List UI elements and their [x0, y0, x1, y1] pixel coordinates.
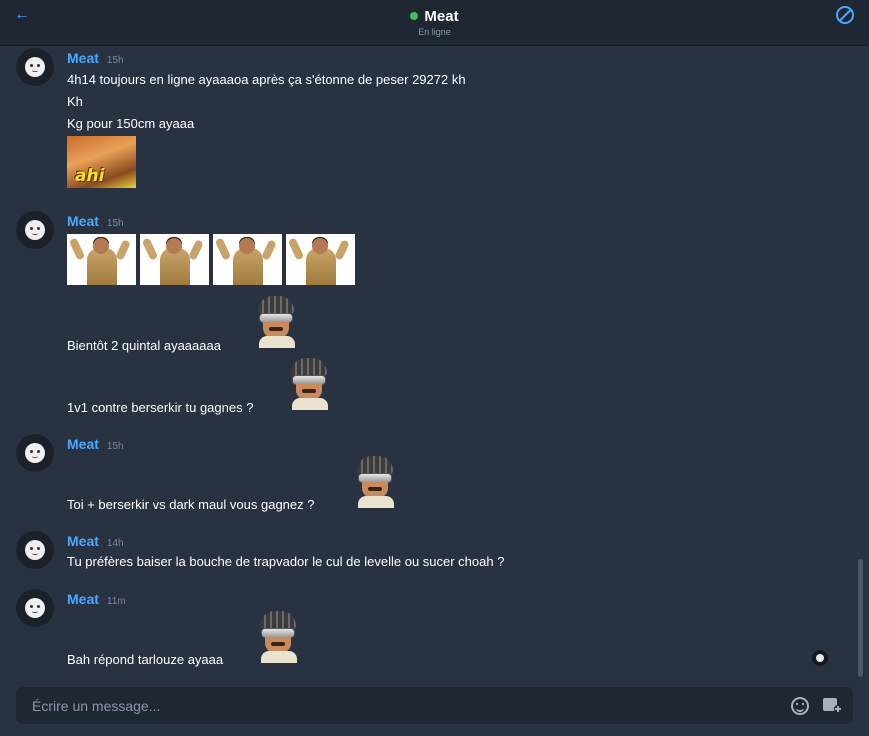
message-author[interactable]: Meat [67, 50, 99, 66]
message-author[interactable]: Meat [67, 533, 99, 549]
dancing-sticker[interactable] [213, 234, 282, 285]
ahi-image-text: ahi [75, 166, 105, 186]
message-input[interactable] [16, 687, 776, 724]
message-text: Toi + berserkir vs dark maul vous gagnez… [67, 497, 315, 512]
helmet-sticker[interactable] [354, 456, 398, 508]
message-list: Meat 15h 4h14 toujours en ligne ayaaaoa … [0, 46, 869, 682]
message-time: 15h [106, 218, 124, 229]
message-time: 15h [106, 55, 124, 66]
message-text: 1v1 contre berserkir tu gagnes ? [67, 400, 254, 415]
message-text: Bientôt 2 quintal ayaaaaaa [67, 338, 221, 353]
message-list-scrollbar[interactable] [858, 559, 863, 677]
chat-header: ← Meat En ligne [0, 0, 869, 46]
dancing-sticker[interactable] [67, 234, 136, 285]
message-text: Kh [67, 94, 83, 109]
block-icon[interactable] [836, 6, 854, 24]
chat-status: En ligne [418, 27, 451, 37]
ahi-image[interactable]: ahi [67, 136, 136, 188]
helmet-sticker[interactable] [257, 611, 301, 663]
message-text: Bah répond tarlouze ayaaa [67, 652, 224, 667]
message-author[interactable]: Meat [67, 213, 99, 229]
chat-title[interactable]: Meat [424, 8, 458, 25]
avatar[interactable] [16, 434, 54, 472]
online-status-dot [410, 12, 419, 20]
message-composer [16, 687, 853, 724]
message-time: 15h [106, 441, 124, 452]
message-time: 11m [106, 596, 126, 607]
avatar[interactable] [16, 211, 54, 249]
helmet-sticker[interactable] [255, 296, 299, 348]
message-author[interactable]: Meat [67, 591, 99, 607]
add-image-icon[interactable] [823, 697, 842, 713]
emoji-icon[interactable] [791, 697, 809, 715]
dancing-sticker[interactable] [286, 234, 355, 285]
avatar[interactable] [16, 531, 54, 569]
avatar[interactable] [16, 589, 54, 627]
dancing-sticker[interactable] [140, 234, 209, 285]
message-text: 4h14 toujours en ligne ayaaaoa après ça … [67, 72, 466, 87]
message-text: Kg pour 150cm ayaaa [67, 116, 195, 131]
avatar[interactable] [16, 48, 54, 86]
message-author[interactable]: Meat [67, 436, 99, 452]
chat-title-block: Meat En ligne [0, 7, 869, 37]
message-text: Tu préfères baiser la bouche de trapvado… [67, 554, 505, 569]
message-time: 14h [106, 538, 124, 549]
helmet-sticker[interactable] [288, 358, 332, 410]
read-receipt-avatar [812, 650, 828, 666]
